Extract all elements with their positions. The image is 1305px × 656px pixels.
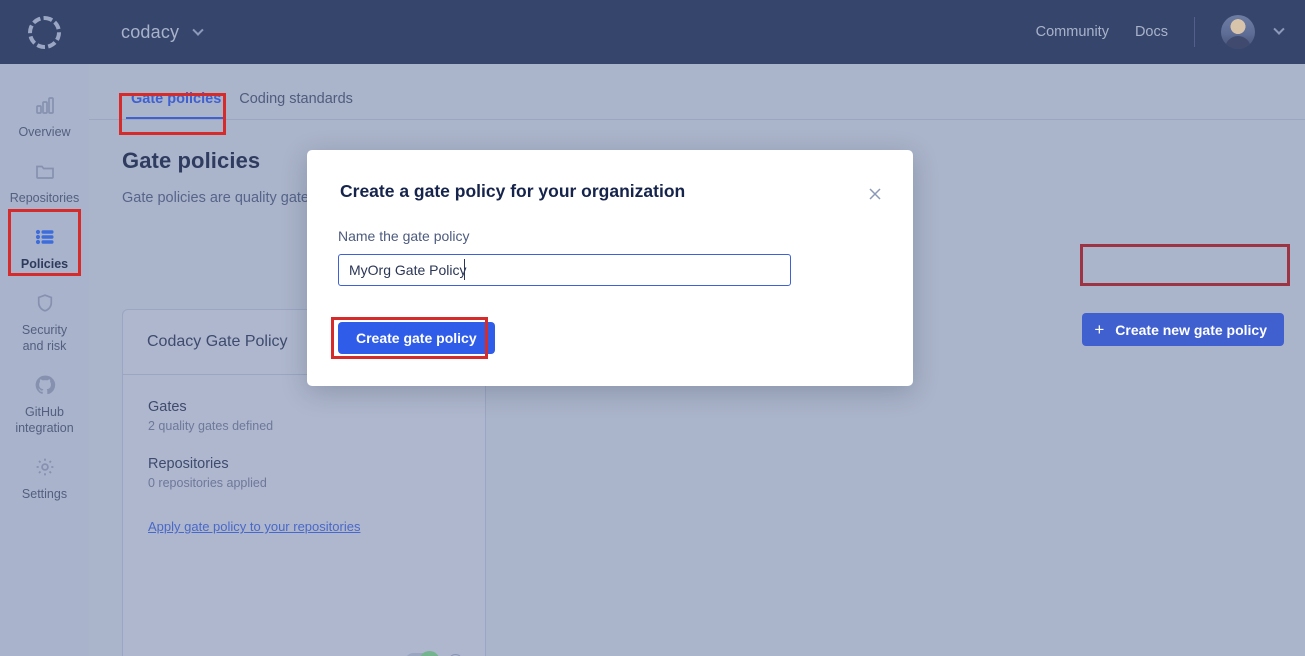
tab-gate-policies[interactable]: Gate policies — [122, 91, 230, 119]
tab-bar: Gate policies Coding standards — [89, 64, 1305, 120]
gates-field: Gates 2 quality gates defined — [148, 399, 460, 433]
create-new-gate-policy-label: Create new gate policy — [1115, 322, 1267, 338]
repositories-value: 0 repositories applied — [148, 476, 460, 490]
sidebar-item-github-integration[interactable]: GitHub integration — [0, 362, 89, 444]
gate-policy-card-body: Gates 2 quality gates defined Repositori… — [123, 375, 485, 534]
divider — [1194, 17, 1195, 47]
sidebar: Overview Repositories Policies — [0, 64, 89, 656]
organization-selector[interactable]: codacy — [121, 22, 202, 43]
docs-link[interactable]: Docs — [1135, 24, 1168, 40]
text-cursor — [464, 259, 465, 280]
bar-chart-icon — [34, 92, 56, 118]
top-nav-right: Community Docs — [1036, 15, 1305, 49]
repositories-field: Repositories 0 repositories applied — [148, 456, 460, 490]
sidebar-item-overview[interactable]: Overview — [0, 82, 89, 148]
name-the-gate-policy-label: Name the gate policy — [338, 228, 470, 244]
sidebar-item-label: GitHub integration — [15, 404, 73, 436]
sidebar-item-label: Repositories — [10, 190, 79, 206]
gear-icon — [34, 454, 56, 480]
app-root: codacy Community Docs Overview — [0, 0, 1305, 656]
gates-label: Gates — [148, 399, 460, 415]
toggle-knob — [419, 651, 440, 656]
list-icon — [34, 224, 56, 250]
organization-name: codacy — [121, 22, 179, 42]
chevron-down-icon — [193, 24, 204, 35]
create-gate-policy-button[interactable]: Create gate policy — [338, 322, 495, 354]
github-icon — [34, 372, 56, 398]
sidebar-item-label: Security and risk — [22, 322, 67, 354]
sidebar-item-policies[interactable]: Policies — [0, 214, 89, 280]
gate-policy-name-input[interactable] — [338, 254, 791, 286]
community-link[interactable]: Community — [1036, 24, 1109, 40]
chevron-down-icon — [1273, 24, 1284, 35]
shield-icon — [34, 290, 56, 316]
user-menu[interactable] — [1221, 15, 1283, 49]
codacy-logo-icon[interactable] — [0, 16, 89, 49]
plus-icon: + — [1094, 321, 1104, 338]
sidebar-item-settings[interactable]: Settings — [0, 444, 89, 510]
sidebar-item-security-and-risk[interactable]: Security and risk — [0, 280, 89, 362]
sidebar-item-label: Policies — [21, 256, 68, 272]
apply-gate-policy-link[interactable]: Apply gate policy to your repositories — [148, 519, 460, 534]
modal-title: Create a gate policy for your organizati… — [340, 181, 685, 202]
create-new-gate-policy-button[interactable]: + Create new gate policy — [1082, 313, 1284, 346]
top-navigation-bar: codacy Community Docs — [0, 0, 1305, 64]
folder-icon — [34, 158, 56, 184]
avatar — [1221, 15, 1255, 49]
sidebar-item-repositories[interactable]: Repositories — [0, 148, 89, 214]
tab-coding-standards[interactable]: Coding standards — [230, 91, 362, 119]
gates-value: 2 quality gates defined — [148, 419, 460, 433]
repositories-label: Repositories — [148, 456, 460, 472]
sidebar-item-label: Overview — [18, 124, 70, 140]
close-icon[interactable] — [864, 183, 886, 205]
sidebar-item-label: Settings — [22, 486, 67, 502]
